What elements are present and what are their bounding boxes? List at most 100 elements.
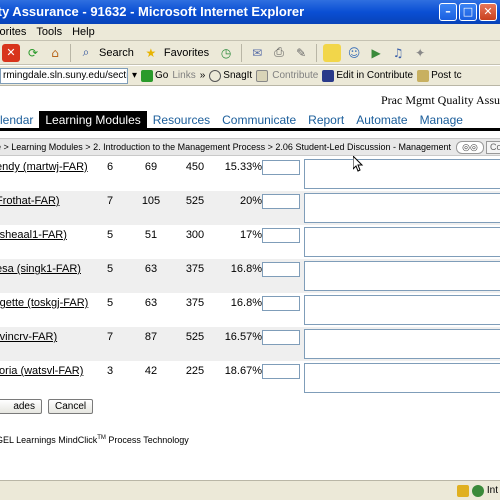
table-row: Frothat-FAR) 7 105 525 20% — [0, 191, 500, 225]
cell-posts: 6 — [106, 161, 114, 173]
tools-icon[interactable]: ✦ — [411, 44, 429, 62]
links-label[interactable]: Links — [172, 70, 195, 81]
app-header: Prac Mgmt Quality Assu — [0, 87, 500, 111]
cell-posts: 5 — [106, 263, 114, 275]
student-name-link[interactable]: esa (singk1-FAR) — [0, 263, 81, 275]
zone-icon — [471, 484, 484, 497]
go-button[interactable]: Go — [141, 69, 169, 82]
post-to-button[interactable]: Post tc — [417, 69, 462, 82]
student-name-link[interactable]: toria (watsvl-FAR) — [0, 365, 83, 377]
window-titlebar: ity Assurance - 91632 - Microsoft Intern… — [0, 0, 500, 24]
grade-input[interactable] — [262, 228, 300, 243]
contribute-icon — [322, 69, 335, 82]
cell-possible: 525 — [185, 331, 205, 343]
grade-input[interactable] — [262, 330, 300, 345]
grade-input[interactable] — [262, 194, 300, 209]
student-name-link[interactable]: (sheaal1-FAR) — [0, 229, 67, 241]
contribute-button[interactable]: Contribute — [272, 70, 318, 81]
cell-percent: 20% — [239, 195, 262, 207]
cell-possible: 375 — [185, 263, 205, 275]
favorites-button-label[interactable]: Favorites — [164, 47, 209, 59]
snagit-label: SnagIt — [223, 70, 253, 81]
stop-icon[interactable]: ✕ — [2, 43, 20, 62]
edit-icon[interactable]: ✎ — [292, 44, 310, 62]
chevron-icon[interactable]: » — [200, 70, 206, 81]
minimize-button[interactable]: – — [439, 3, 457, 21]
toolbar-separator — [241, 43, 243, 62]
main-nav: lendar Learning Modules Resources Commun… — [0, 110, 500, 131]
table-row: (vincrv-FAR) 7 87 525 16.57% — [0, 327, 500, 361]
menu-tools[interactable]: Tools — [36, 26, 62, 38]
comment-textarea[interactable] — [304, 363, 500, 393]
go-label: Go — [155, 70, 169, 81]
close-button[interactable]: ✕ — [479, 3, 497, 21]
comment-textarea[interactable] — [304, 329, 500, 359]
student-name-link[interactable]: endy (martwj-FAR) — [0, 161, 88, 173]
tab-learning-modules[interactable]: Learning Modules — [39, 110, 147, 129]
cell-points: 63 — [144, 297, 158, 309]
comment-textarea[interactable] — [304, 227, 500, 257]
footer-brand: GEL Learnings MindClick — [0, 435, 98, 445]
print-icon[interactable]: ⎙ — [270, 44, 288, 62]
snagit-icon — [209, 69, 222, 82]
mail-icon[interactable]: ✉ — [248, 44, 266, 62]
form-buttons: ades Cancel — [0, 399, 94, 415]
comment-textarea[interactable] — [304, 159, 500, 189]
cancel-button[interactable]: Cancel — [48, 399, 94, 414]
discuss-icon[interactable] — [323, 43, 342, 62]
cell-percent: 18.67% — [224, 365, 262, 377]
messenger-icon[interactable]: ☺ — [345, 44, 363, 62]
snagit-button[interactable]: SnagIt — [209, 69, 253, 82]
cell-points: 105 — [141, 195, 161, 207]
glasses-icon[interactable]: ◎◎ — [456, 141, 484, 154]
grade-input[interactable] — [262, 364, 300, 379]
comment-textarea[interactable] — [304, 295, 500, 325]
grade-input[interactable] — [262, 262, 300, 277]
footer-suffix: Process Technology — [105, 435, 189, 445]
student-name-link[interactable]: Frothat-FAR) — [0, 195, 60, 207]
table-row: endy (martwj-FAR) 6 69 450 15.33% — [0, 157, 500, 191]
home-icon[interactable]: ⌂ — [46, 44, 64, 62]
window-icon[interactable] — [256, 69, 269, 82]
maximize-button[interactable]: □ — [459, 3, 477, 21]
tab-automate[interactable]: Automate — [350, 111, 413, 129]
edit-in-contribute-label: Edit in Contribute — [336, 70, 414, 81]
breadcrumb[interactable]: e > Learning Modules > 2. Introduction t… — [0, 142, 451, 152]
edit-in-contribute-button[interactable]: Edit in Contribute — [322, 69, 414, 82]
save-grades-button[interactable]: ades — [0, 399, 42, 414]
co-tab[interactable]: Co — [486, 141, 500, 154]
menu-help[interactable]: Help — [72, 26, 95, 38]
tab-resources[interactable]: Resources — [147, 111, 216, 129]
grade-input[interactable] — [262, 296, 300, 311]
media-icon[interactable]: ♫ — [389, 44, 407, 62]
cell-possible: 225 — [185, 365, 205, 377]
grade-input[interactable] — [262, 160, 300, 175]
student-name-link[interactable]: (vincrv-FAR) — [0, 331, 57, 343]
tab-report[interactable]: Report — [302, 111, 350, 129]
cell-possible: 525 — [185, 195, 205, 207]
research-icon[interactable]: ▶ — [367, 44, 385, 62]
window-glyph-icon — [256, 69, 269, 82]
refresh-icon[interactable]: ⟳ — [24, 44, 42, 62]
comment-textarea[interactable] — [304, 193, 500, 223]
tab-communicate[interactable]: Communicate — [216, 111, 302, 129]
table-row: rgette (toskgj-FAR) 5 63 375 16.8% — [0, 293, 500, 327]
footer-text: GEL Learnings MindClickTM Process Techno… — [0, 435, 189, 445]
history-icon[interactable]: ◷ — [217, 44, 235, 62]
toolbar-separator — [316, 43, 318, 62]
address-dropdown[interactable]: ▾ — [132, 70, 137, 81]
search-icon[interactable]: ⌕ — [77, 44, 95, 62]
tab-manage[interactable]: Manage — [414, 111, 469, 129]
cell-posts: 3 — [106, 365, 114, 377]
menu-bar: vorites Tools Help — [0, 24, 500, 41]
tab-calendar[interactable]: lendar — [0, 111, 39, 129]
menu-favorites[interactable]: vorites — [0, 26, 26, 38]
cell-percent: 15.33% — [224, 161, 262, 173]
student-name-link[interactable]: rgette (toskgj-FAR) — [0, 297, 88, 309]
browser-toolbar: ✕ ⟳ ⌂ ⌕ Search ★ Favorites ◷ ✉ ⎙ ✎ ☺ ▶ ♫… — [0, 41, 500, 65]
comment-textarea[interactable] — [304, 261, 500, 291]
address-input[interactable]: rmingdale.sln.suny.edu/secti — [0, 67, 128, 84]
search-button-label[interactable]: Search — [99, 47, 134, 59]
cell-points: 69 — [144, 161, 158, 173]
favorites-icon[interactable]: ★ — [142, 44, 160, 62]
